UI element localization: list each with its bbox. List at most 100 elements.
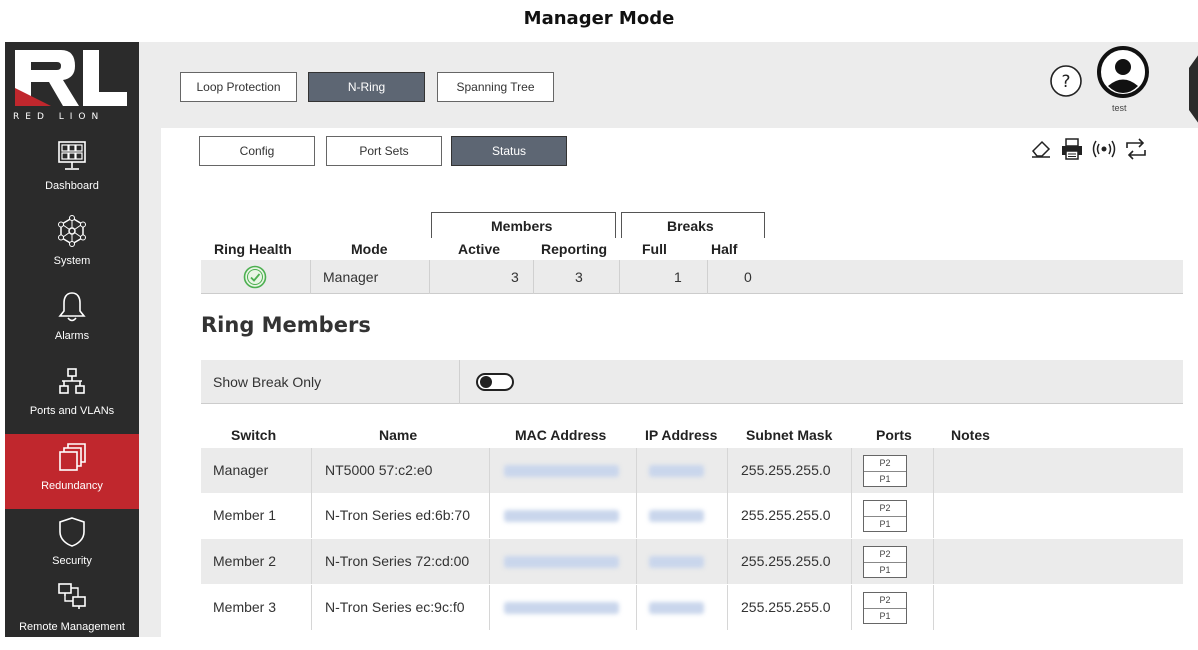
members-group-label: Members — [491, 218, 553, 234]
port-bottom: P1 — [864, 608, 906, 623]
nav-redundancy[interactable]: Redundancy — [5, 434, 149, 509]
divider — [489, 448, 490, 493]
tab-n-ring[interactable]: N-Ring — [308, 72, 425, 102]
eraser-icon[interactable] — [1029, 136, 1053, 165]
rl-logo-mark — [15, 50, 127, 106]
table-row[interactable]: Member 3 N-Tron Series ec:9c:f0 255.255.… — [201, 585, 1183, 630]
name-cell: N-Tron Series ec:9c:f0 — [325, 599, 465, 615]
subtab-port-sets[interactable]: Port Sets — [326, 136, 442, 166]
user-avatar[interactable] — [1096, 45, 1150, 104]
half-header: Half — [711, 241, 738, 257]
divider — [851, 493, 852, 538]
mac-redacted — [504, 510, 619, 522]
subnet-cell: 255.255.255.0 — [741, 553, 831, 569]
col-ports: Ports — [876, 427, 912, 443]
collapse-handle[interactable] — [1189, 54, 1198, 124]
nav-label: System — [53, 255, 91, 267]
remote-icon — [56, 581, 88, 618]
full-header: Full — [642, 241, 667, 257]
name-cell: N-Tron Series 72:cd:00 — [325, 553, 470, 569]
bell-icon — [57, 290, 87, 329]
logo-wordmark: RED LION — [13, 112, 105, 122]
system-icon — [56, 215, 88, 252]
table-row[interactable]: Member 1 N-Tron Series ed:6b:70 255.255.… — [201, 493, 1183, 538]
nav-system[interactable]: System — [5, 209, 139, 284]
subnet-cell: 255.255.255.0 — [741, 599, 831, 615]
main-area: Loop Protection N-Ring Spanning Tree ? t… — [139, 42, 1198, 637]
ports-indicator[interactable]: P2 P1 — [863, 592, 907, 624]
figure-caption: Manager Mode — [523, 8, 675, 29]
ports-indicator[interactable]: P2 P1 — [863, 500, 907, 532]
nav-alarms[interactable]: Alarms — [5, 284, 139, 359]
divider — [489, 493, 490, 538]
divider — [707, 260, 708, 294]
ports-indicator[interactable]: P2 P1 — [863, 546, 907, 578]
breaks-group-label: Breaks — [667, 218, 714, 234]
nav-security[interactable]: Security — [5, 509, 139, 584]
nav-dashboard[interactable]: Dashboard — [5, 134, 139, 209]
sidebar: RED LION Dashboard System Alarms Ports a… — [5, 42, 149, 637]
show-break-only-label: Show Break Only — [213, 374, 322, 390]
divider — [851, 585, 852, 630]
nav-remote-management[interactable]: Remote Management — [5, 575, 139, 650]
nav-label: Redundancy — [41, 480, 103, 492]
divider — [310, 260, 311, 294]
divider — [933, 539, 934, 584]
divider — [459, 360, 460, 404]
health-ok-icon — [243, 265, 267, 289]
network-icon — [56, 365, 88, 402]
half-value: 0 — [744, 269, 752, 285]
divider — [619, 260, 620, 294]
divider — [636, 585, 637, 630]
port-bottom: P1 — [864, 562, 906, 577]
red-lion-logo[interactable]: RED LION — [5, 42, 139, 134]
active-header: Active — [458, 241, 501, 257]
divider — [311, 448, 312, 493]
switch-cell: Member 2 — [213, 553, 277, 569]
redundancy-icon — [56, 442, 88, 479]
divider — [429, 260, 430, 294]
help-icon[interactable]: ? — [1049, 64, 1083, 103]
col-ip-address: IP Address — [645, 427, 718, 443]
divider — [727, 539, 728, 584]
dashboard-icon — [57, 140, 87, 177]
divider — [636, 539, 637, 584]
divider — [727, 448, 728, 493]
ip-redacted — [649, 510, 704, 522]
broadcast-icon[interactable] — [1092, 138, 1116, 165]
nav-ports-and-vlans[interactable]: Ports and VLANs — [5, 359, 139, 434]
reporting-value: 3 — [575, 269, 583, 285]
printer-icon[interactable] — [1059, 136, 1085, 167]
divider — [933, 448, 934, 493]
tab-loop-protection[interactable]: Loop Protection — [180, 72, 297, 102]
ports-indicator[interactable]: P2 P1 — [863, 455, 907, 487]
tab-spanning-tree[interactable]: Spanning Tree — [437, 72, 554, 102]
port-top: P2 — [879, 549, 891, 559]
show-break-only-toggle[interactable] — [476, 373, 514, 391]
switch-cell: Member 3 — [213, 599, 277, 615]
user-name: test — [1112, 103, 1127, 113]
ip-redacted — [649, 602, 704, 614]
divider — [727, 493, 728, 538]
status-row: Manager 3 3 1 0 — [201, 260, 1183, 294]
reporting-header: Reporting — [541, 241, 608, 257]
nav-label: Alarms — [54, 330, 90, 342]
subtab-config[interactable]: Config — [199, 136, 315, 166]
switch-cell: Manager — [213, 462, 269, 478]
ip-redacted — [649, 556, 704, 568]
show-break-only-row: Show Break Only — [201, 360, 1183, 404]
divider — [933, 493, 934, 538]
subtab-status[interactable]: Status — [451, 136, 567, 166]
name-cell: NT5000 57:c2:e0 — [325, 462, 433, 478]
table-row[interactable]: Manager NT5000 57:c2:e0 255.255.255.0 P2… — [201, 448, 1183, 493]
table-row[interactable]: Member 2 N-Tron Series 72:cd:00 255.255.… — [201, 539, 1183, 584]
port-bottom: P1 — [864, 471, 906, 486]
sync-icon[interactable] — [1123, 136, 1149, 167]
subnet-cell: 255.255.255.0 — [741, 507, 831, 523]
nav-label: Security — [52, 555, 92, 567]
divider — [489, 585, 490, 630]
ip-redacted — [649, 465, 704, 477]
col-notes: Notes — [951, 427, 990, 443]
content-panel: Config Port Sets Status Members Breaks R… — [161, 128, 1198, 637]
switch-cell: Member 1 — [213, 507, 277, 523]
